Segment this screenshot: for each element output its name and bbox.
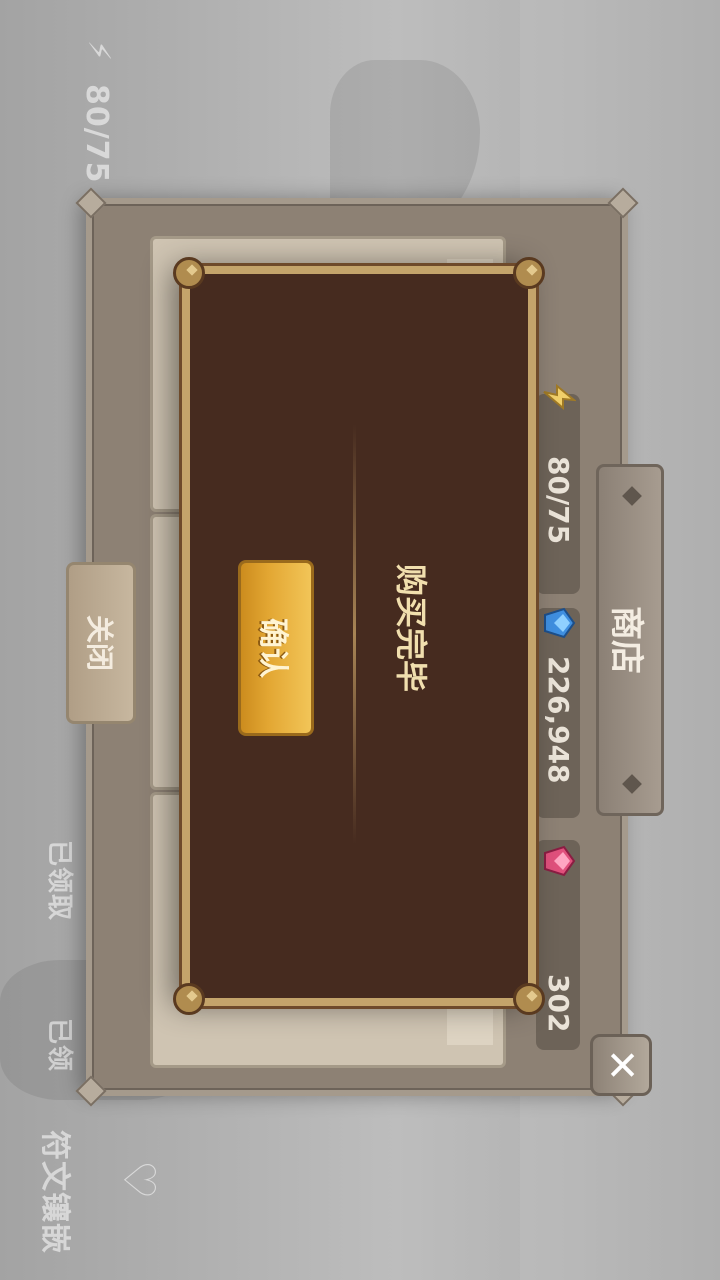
tab-diamond-icon [622, 486, 642, 506]
blue-crystal-icon [544, 607, 576, 639]
modal-corner-ornament [173, 983, 205, 1015]
rune-inlay-icon[interactable]: ♡ [113, 1160, 164, 1199]
lightning-icon [543, 383, 576, 411]
shop-bottom-close-button[interactable]: 关闭 [66, 562, 136, 724]
corner-ornament [75, 187, 107, 219]
shop-title: 商店 [606, 606, 647, 674]
game-scene: ⚡ 80/75 符文镶嵌 ♡ 已领 已领取 商店 ✕ 80/75 226,948… [0, 0, 720, 1280]
pink-gem-icon [544, 845, 576, 877]
hud-energy-text: 80/75 [79, 84, 114, 184]
modal-corner-ornament [513, 257, 545, 289]
hud-faded-claimed-2: 已领取 [44, 840, 74, 922]
shop-close-button[interactable]: ✕ [590, 1034, 652, 1096]
screen: ⚡ 80/75 符文镶嵌 ♡ 已领 已领取 商店 ✕ 80/75 226,948… [0, 0, 720, 1280]
modal-corner-ornament [513, 983, 545, 1015]
hud-faded-claimed: 已领 [44, 1018, 74, 1073]
bottom-close-label: 关闭 [83, 614, 116, 671]
energy-value: 80/75 [542, 456, 575, 545]
shop-title-tab: 商店 [596, 464, 664, 816]
confirm-label: 确认 [255, 618, 290, 678]
tab-diamond-icon [622, 774, 642, 794]
modal-corner-ornament [173, 257, 205, 289]
modal-message: 购买完毕 [392, 563, 430, 692]
hud-rune-inlay-label[interactable]: 符文镶嵌 [36, 1130, 80, 1254]
coins-value: 226,948 [542, 656, 575, 784]
modal-divider [353, 424, 356, 844]
confirm-button[interactable]: 确认 [238, 560, 314, 736]
close-icon: ✕ [598, 1048, 644, 1082]
purchase-complete-dialog: 购买完毕 确认 [173, 257, 545, 1015]
hud-lightning-icon: ⚡ [81, 40, 116, 62]
